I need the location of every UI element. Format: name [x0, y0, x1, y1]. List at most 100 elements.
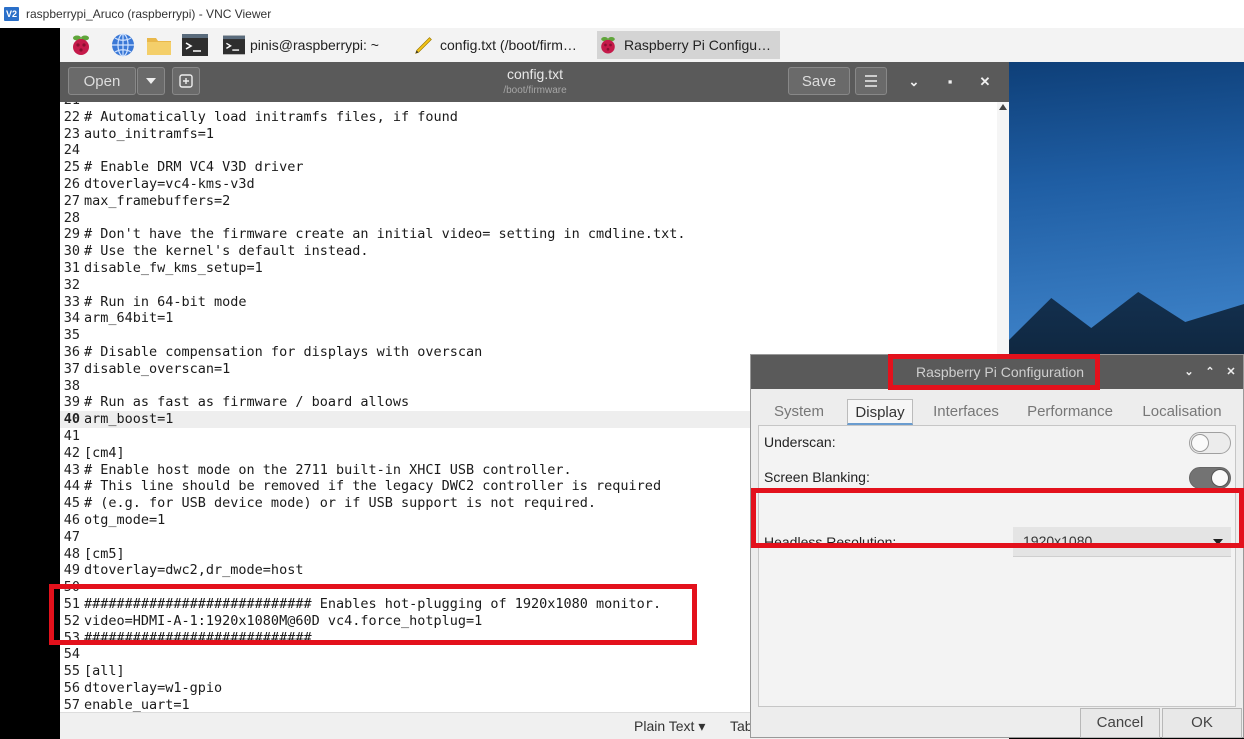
file-manager-icon[interactable]: [146, 33, 172, 57]
line-number: 22: [63, 108, 80, 125]
maximize-button[interactable]: ▪: [939, 71, 961, 93]
line-number: 21: [60, 102, 80, 109]
line-number: 45: [63, 495, 80, 512]
code-line[interactable]: 34 arm_64bit=1: [60, 310, 997, 327]
close-button[interactable]: ✕: [974, 71, 996, 93]
line-number: 56: [63, 680, 80, 696]
vnc-logo-icon: V2: [4, 7, 19, 21]
maximize-icon: ▪: [947, 74, 953, 89]
dialog-minimize-button[interactable]: ⌄: [1181, 363, 1197, 381]
open-button[interactable]: Open: [68, 67, 136, 95]
terminal-icon[interactable]: [182, 33, 208, 57]
line-number: 55: [63, 663, 80, 680]
line-text: disable_overscan=1: [84, 360, 231, 377]
scroll-up-icon[interactable]: [999, 104, 1007, 110]
code-line[interactable]: 24: [60, 142, 997, 159]
line-number: 37: [63, 360, 80, 377]
tab-system[interactable]: System: [763, 399, 835, 425]
line-text: [cm5]: [84, 545, 125, 562]
tab-performance[interactable]: Performance: [1021, 399, 1119, 425]
line-text: # Automatically load initramfs files, if…: [84, 108, 458, 125]
code-line[interactable]: 33 # Run in 64-bit mode: [60, 294, 997, 311]
line-text: # Run as fast as firmware / board allows: [84, 394, 410, 411]
hamburger-menu-icon: [865, 75, 877, 87]
new-tab-button[interactable]: [172, 67, 200, 95]
line-text: dtoverlay=w1-gpio: [84, 680, 223, 696]
web-browser-icon[interactable]: [110, 33, 136, 57]
vnc-title-bar: V2 raspberrypi_Aruco (raspberrypi) - VNC…: [0, 0, 1244, 28]
task-label: Raspberry Pi Configu…: [624, 37, 772, 53]
code-line[interactable]: 28: [60, 210, 997, 227]
screen-blanking-toggle[interactable]: [1189, 467, 1231, 489]
line-text: dtoverlay=vc4-kms-v3d: [84, 176, 255, 192]
line-number: 46: [63, 512, 80, 528]
hamburger-menu-button[interactable]: [855, 67, 887, 95]
chevron-down-icon: [146, 78, 156, 84]
line-number: 49: [63, 562, 80, 579]
line-text: auto_initramfs=1: [84, 125, 215, 142]
code-line[interactable]: 21: [60, 102, 997, 109]
line-number: 48: [63, 545, 80, 562]
task-terminal[interactable]: pinis@raspberrypi: ~: [223, 31, 405, 59]
line-text: # Enable DRM VC4 V3D driver: [84, 159, 304, 176]
display-settings-panel: Underscan: Screen Blanking: Headless Res…: [758, 425, 1236, 707]
editor-header-bar: Open config.txt /boot/firmware Save ⌄ ▪ …: [60, 62, 1009, 102]
chevron-down-icon: ⌄: [908, 74, 920, 89]
raspberry-menu-icon[interactable]: [68, 33, 94, 57]
line-number: 44: [63, 478, 80, 495]
chevron-down-icon: ⌄: [1184, 366, 1194, 378]
tab-display[interactable]: Display: [847, 399, 913, 425]
code-line[interactable]: 29 # Don't have the firmware create an in…: [60, 226, 997, 243]
line-number: 41: [63, 428, 80, 444]
cancel-button[interactable]: Cancel: [1080, 708, 1160, 738]
code-line[interactable]: 30 # Use the kernel's default instead.: [60, 243, 997, 260]
code-line[interactable]: 32: [60, 277, 997, 294]
ok-button[interactable]: OK: [1162, 708, 1242, 738]
line-number: 27: [63, 192, 80, 209]
task-label: pinis@raspberrypi: ~: [250, 37, 379, 53]
text-editor-icon: [415, 37, 432, 54]
line-number: 24: [63, 142, 80, 159]
line-number: 33: [63, 293, 80, 310]
toggle-knob: [1191, 434, 1209, 452]
minimize-button[interactable]: ⌄: [903, 71, 925, 93]
code-line[interactable]: 35: [60, 327, 997, 344]
task-label: config.txt (/boot/firm…: [440, 37, 577, 53]
line-text: # Use the kernel's default instead.: [84, 243, 369, 260]
task-text-editor[interactable]: config.txt (/boot/firm…: [413, 31, 593, 59]
line-text: arm_64bit=1: [84, 310, 174, 327]
highlight-box-config-lines: [49, 584, 697, 645]
line-number: 25: [63, 159, 80, 176]
tab-interfaces[interactable]: Interfaces: [925, 399, 1007, 425]
task-raspberry-config[interactable]: Raspberry Pi Configu…: [597, 31, 780, 59]
underscan-toggle[interactable]: [1189, 432, 1231, 454]
open-menu-button[interactable]: [137, 67, 165, 95]
line-number: 43: [63, 461, 80, 478]
code-line[interactable]: 25 # Enable DRM VC4 V3D driver: [60, 159, 997, 176]
line-number: 36: [63, 344, 80, 360]
close-icon: ✕: [979, 74, 991, 89]
line-text: [all]: [84, 663, 125, 680]
code-line[interactable]: 23 auto_initramfs=1: [60, 126, 997, 143]
code-line[interactable]: 27 max_framebuffers=2: [60, 193, 997, 210]
save-button[interactable]: Save: [788, 67, 850, 95]
dialog-tabs: System Display Interfaces Performance Lo…: [751, 389, 1243, 427]
line-text: # Don't have the firmware create an init…: [84, 226, 686, 243]
tab-localisation[interactable]: Localisation: [1135, 399, 1229, 425]
dialog-close-button[interactable]: ✕: [1223, 363, 1239, 381]
line-number: 35: [63, 327, 80, 344]
line-number: 39: [63, 394, 80, 411]
code-line[interactable]: 31 disable_fw_kms_setup=1: [60, 260, 997, 277]
line-number: 26: [63, 176, 80, 192]
code-line[interactable]: 26 dtoverlay=vc4-kms-v3d: [60, 176, 997, 193]
vnc-window-title: raspberrypi_Aruco (raspberrypi) - VNC Vi…: [26, 7, 272, 21]
line-number: 32: [63, 276, 80, 293]
line-text: [cm4]: [84, 444, 125, 461]
line-text: disable_fw_kms_setup=1: [84, 260, 263, 276]
dialog-maximize-button[interactable]: ⌃: [1202, 363, 1218, 381]
line-number: 42: [63, 444, 80, 461]
code-line[interactable]: 22 # Automatically load initramfs files, …: [60, 109, 997, 126]
line-text: # Enable host mode on the 2711 built-in …: [84, 461, 572, 478]
language-selector[interactable]: Plain Text ▾: [634, 718, 705, 735]
line-text: # (e.g. for USB device mode) or if USB s…: [84, 495, 597, 512]
